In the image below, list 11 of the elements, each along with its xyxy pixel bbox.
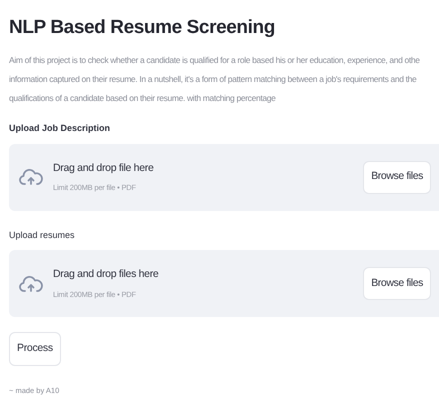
upload-label: Upload Job Description [9,122,110,135]
cloud-upload-icon [19,167,43,187]
page-title: NLP Based Resume Screening [9,16,275,40]
upload-label: Upload resumes [9,228,75,242]
drop-instruction: Drag and drop files here [53,267,158,282]
description-paragraph: Aim of this project is to check whether a candidate is qualified for a role based his or her education, experience, and othe information captured on their resume. In a nutshell, it's a form of pattern matching between a job's requirements and the qualifications of a candidate based on their resume. with matching percentage [9,54,421,105]
browse-files-button[interactable]: Browse files [363,267,431,300]
process-button[interactable]: Process [9,332,61,366]
browse-files-button[interactable]: Browse files [363,160,431,194]
drop-instruction: Drag and drop file here [53,160,154,176]
cloud-upload-icon [19,274,43,294]
